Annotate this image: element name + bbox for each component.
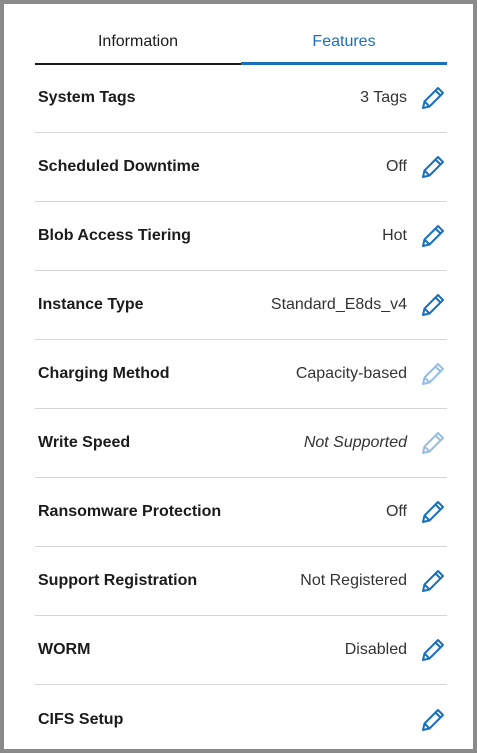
feature-label: Write Speed xyxy=(38,434,131,451)
pencil-icon[interactable] xyxy=(419,84,447,112)
feature-label: Support Registration xyxy=(38,572,198,589)
feature-value: 3 Tags xyxy=(360,89,407,106)
feature-list: System Tags 3 Tags Scheduled Downtime Of… xyxy=(35,64,447,754)
feature-value: Standard_E8ds_v4 xyxy=(270,296,407,313)
feature-label: Charging Method xyxy=(38,365,170,382)
pencil-icon[interactable] xyxy=(419,706,447,734)
feature-label: Ransomware Protection xyxy=(38,503,222,520)
feature-label: WORM xyxy=(38,641,91,658)
tab-bar: Information Features xyxy=(35,24,447,65)
feature-label: Instance Type xyxy=(38,296,144,313)
pencil-icon[interactable] xyxy=(419,636,447,664)
feature-label: System Tags xyxy=(38,89,136,106)
feature-row-cifs-setup: CIFS Setup xyxy=(35,685,447,754)
pencil-icon[interactable] xyxy=(419,153,447,181)
feature-value: Disabled xyxy=(344,641,407,658)
feature-row-worm: WORM Disabled xyxy=(35,616,447,685)
feature-value: Off xyxy=(385,503,407,520)
feature-label: Scheduled Downtime xyxy=(38,158,200,175)
pencil-icon xyxy=(419,360,447,388)
feature-row-blob-access-tiering: Blob Access Tiering Hot xyxy=(35,202,447,271)
feature-value: Hot xyxy=(382,227,407,244)
feature-label: Blob Access Tiering xyxy=(38,227,191,244)
pencil-icon[interactable] xyxy=(419,222,447,250)
feature-value: Capacity-based xyxy=(295,365,407,382)
pencil-icon xyxy=(419,429,447,457)
pencil-icon[interactable] xyxy=(419,498,447,526)
feature-value: Not Supported xyxy=(303,434,407,451)
feature-row-write-speed: Write Speed Not Supported xyxy=(35,409,447,478)
feature-value: Off xyxy=(385,158,407,175)
feature-row-ransomware-protection: Ransomware Protection Off xyxy=(35,478,447,547)
features-panel: Information Features System Tags 3 Tags … xyxy=(0,0,477,753)
tab-information[interactable]: Information xyxy=(35,24,241,65)
feature-row-instance-type: Instance Type Standard_E8ds_v4 xyxy=(35,271,447,340)
pencil-icon[interactable] xyxy=(419,291,447,319)
pencil-icon[interactable] xyxy=(419,567,447,595)
feature-row-scheduled-downtime: Scheduled Downtime Off xyxy=(35,133,447,202)
feature-value: Not Registered xyxy=(300,572,407,589)
feature-row-system-tags: System Tags 3 Tags xyxy=(35,64,447,133)
feature-row-support-registration: Support Registration Not Registered xyxy=(35,547,447,616)
tab-features[interactable]: Features xyxy=(241,24,447,65)
feature-label: CIFS Setup xyxy=(38,710,124,728)
feature-row-charging-method: Charging Method Capacity-based xyxy=(35,340,447,409)
